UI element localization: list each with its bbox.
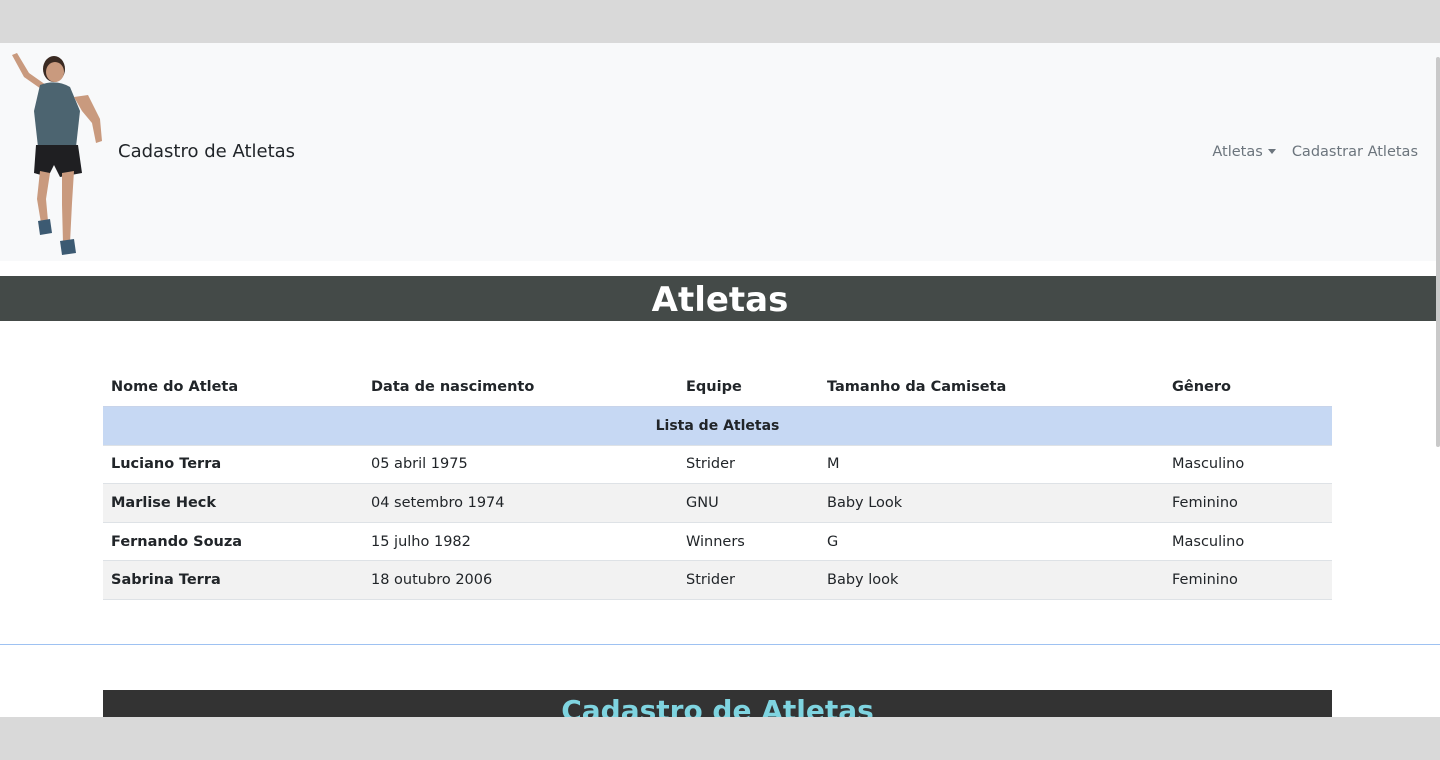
table-row: Sabrina Terra 18 outubro 2006 Strider Ba… <box>103 560 1332 601</box>
cell-nome: Fernando Souza <box>103 522 363 562</box>
nav-cadastrar-atletas[interactable]: Cadastrar Atletas <box>1292 144 1418 160</box>
header-equipe: Equipe <box>678 368 819 408</box>
header-genero: Gênero <box>1164 368 1332 408</box>
cell-data: 18 outubro 2006 <box>363 560 678 601</box>
nav-links: Atletas Cadastrar Atletas <box>1212 144 1418 160</box>
header-data-nascimento: Data de nascimento <box>363 368 678 408</box>
table-header-row: Nome do Atleta Data de nascimento Equipe… <box>103 368 1332 408</box>
caret-down-icon <box>1267 148 1276 154</box>
section-divider <box>0 644 1440 645</box>
cell-equipe: GNU <box>678 483 819 523</box>
cell-equipe: Strider <box>678 560 819 601</box>
cell-tamanho: G <box>819 522 1164 562</box>
cell-genero: Feminino <box>1164 483 1332 523</box>
cell-nome: Sabrina Terra <box>103 560 363 601</box>
page-scrollbar[interactable] <box>1436 57 1440 447</box>
form-section-title: Cadastro de Atletas <box>103 690 1332 717</box>
table-row: Luciano Terra 05 abril 1975 Strider M Ma… <box>103 445 1332 485</box>
page-viewport: Cadastro de Atletas Atletas Cadastrar At… <box>0 43 1440 717</box>
table-caption-row: Lista de Atletas <box>103 406 1332 446</box>
nav-atletas-label: Atletas <box>1212 144 1263 160</box>
cell-data: 15 julho 1982 <box>363 522 678 562</box>
cell-equipe: Strider <box>678 445 819 485</box>
running-athlete-logo <box>12 53 102 255</box>
header-nome: Nome do Atleta <box>103 368 363 408</box>
table-caption: Lista de Atletas <box>103 406 1332 446</box>
navbar: Cadastro de Atletas Atletas Cadastrar At… <box>0 43 1440 261</box>
cell-genero: Masculino <box>1164 522 1332 562</box>
cell-nome: Luciano Terra <box>103 445 363 485</box>
cell-tamanho: Baby look <box>819 560 1164 601</box>
cell-tamanho: Baby Look <box>819 483 1164 523</box>
nav-atletas-dropdown[interactable]: Atletas <box>1212 144 1276 160</box>
cell-genero: Masculino <box>1164 445 1332 485</box>
section-title: Atletas <box>0 276 1440 321</box>
cell-tamanho: M <box>819 445 1164 485</box>
cell-data: 04 setembro 1974 <box>363 483 678 523</box>
cell-equipe: Winners <box>678 522 819 562</box>
table-row: Fernando Souza 15 julho 1982 Winners G M… <box>103 522 1332 562</box>
brand-title[interactable]: Cadastro de Atletas <box>118 141 295 162</box>
athletes-table: Nome do Atleta Data de nascimento Equipe… <box>103 368 1332 601</box>
athletes-table-container: Nome do Atleta Data de nascimento Equipe… <box>103 368 1332 601</box>
cell-nome: Marlise Heck <box>103 483 363 523</box>
cell-genero: Feminino <box>1164 560 1332 601</box>
table-row: Marlise Heck 04 setembro 1974 GNU Baby L… <box>103 483 1332 523</box>
cell-data: 05 abril 1975 <box>363 445 678 485</box>
header-tamanho-camiseta: Tamanho da Camiseta <box>819 368 1164 408</box>
